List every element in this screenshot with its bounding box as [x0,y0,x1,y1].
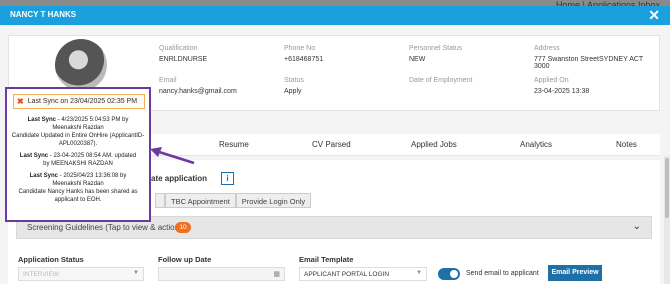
email-template-value: APPLICANT PORTAL LOGIN [304,271,390,278]
qualification-value: ENRLDNURSE [159,56,208,63]
address-field: Address 777 Swanston StreetSYDNEY ACT 30… [534,45,659,70]
personnel-status-label: Personnel Status [409,45,463,52]
sync-entry-time: - 4/23/2025 5:04:53 PM by [55,117,129,123]
avatar [55,39,107,91]
sync-entry: Last Sync - 4/23/2025 5:04:53 PM by Meen… [11,116,145,148]
scrollbar-thumb[interactable] [665,158,669,218]
sync-entry-title: Last Sync [19,153,49,159]
tab-notes[interactable]: Notes [616,140,637,149]
screening-guidelines-label: Screening Guidelines (Tap to view & acti… [27,223,182,232]
email-template-select[interactable]: APPLICANT PORTAL LOGIN ▼ [299,267,427,281]
tab-analytics[interactable]: Analytics [520,140,552,149]
annotation-arrow-icon [150,147,195,165]
sync-entry-title: Last Sync [29,173,58,179]
screening-count-badge: 10 [175,222,191,233]
email-value: nancy.hanks@gmail.com [159,88,237,95]
phone-value: +618468751 [284,56,324,63]
calendar-icon[interactable]: ▦ [273,270,280,278]
applied-on-value: 23-04-2025 13:38 [534,88,590,95]
modal-titlebar: NANCY T HANKS ✕ [0,6,670,25]
sync-entry-time: - 2025/04/23 13:36:08 by [57,173,127,179]
scrollbar[interactable] [664,156,670,284]
sync-entry-detail: Candidate Updated in Entire OnHire (Appl… [11,133,145,147]
sync-entry: Last Sync - 2025/04/23 13:36:08 by Meena… [11,172,145,204]
action-button-group: TBC Appointment Provide Login Only [155,193,312,208]
email-label: Email [159,77,177,84]
send-email-toggle[interactable] [438,268,460,280]
sync-entry-user: Meenakshi Razdan [52,181,104,187]
application-status-value: INTERVIEW [23,271,59,278]
personnel-status-field: Personnel Status NEW [409,45,462,63]
qualification-label: Qualification [159,45,198,52]
personnel-status-value: NEW [409,56,426,63]
chevron-down-icon[interactable]: ⌄ [633,221,641,232]
email-template-label: Email Template [299,255,354,264]
email-field: Email nancy.hanks@gmail.com [159,77,237,95]
last-sync-button[interactable]: ✖ Last Sync on 23/04/2025 02:35 PM [13,94,145,109]
phone-label: Phone No [284,45,316,52]
tab-applied-jobs[interactable]: Applied Jobs [411,140,457,149]
sync-icon: ✖ [17,97,24,106]
last-sync-label: Last Sync on 23/04/2025 02:35 PM [27,98,138,105]
application-status-label: Application Status [18,255,84,264]
sync-entry-detail: Candidate Nancy Hanks has been shared as… [18,189,138,203]
applied-on-field: Applied On 23-04-2025 13:38 [534,77,589,95]
phone-field: Phone No +618468751 [284,45,323,63]
address-value: 777 Swanston StreetSYDNEY ACT 3000 [534,56,644,70]
follow-up-date-input[interactable]: ▦ [158,267,285,281]
sync-entry: Last Sync - 23-04-2025 08:54 AM. updated… [11,152,145,168]
send-email-label: Send email to applicant [466,270,539,277]
sync-entry-user: Meenakshi Razdan [52,125,104,131]
dropdown-arrow-icon: ▼ [133,270,139,276]
tab-resume[interactable]: Resume [219,140,249,149]
address-label: Address [534,45,560,52]
dropdown-arrow-icon: ▼ [416,270,422,276]
applied-on-label: Applied On [534,77,569,84]
modal-title: NANCY T HANKS [10,10,77,19]
status-field: Status Apply [284,77,304,95]
sync-history-list: Last Sync - 4/23/2025 5:04:53 PM by Meen… [11,116,145,208]
email-preview-button[interactable]: Email Preview [548,265,602,281]
qualification-field: Qualification ENRLDNURSE [159,45,207,63]
employment-date-label: Date of Employment [409,77,473,84]
section-title: ate application [151,174,208,183]
action-button-partial[interactable] [155,193,165,208]
provide-login-only-button[interactable]: Provide Login Only [235,193,312,208]
info-icon[interactable]: i [221,172,234,185]
sync-entry-user: by MEENAKSHI RAZDAN [43,161,113,167]
close-icon[interactable]: ✕ [648,7,660,24]
follow-up-date-label: Follow up Date [158,255,212,264]
status-label: Status [284,77,304,84]
employment-date-field: Date of Employment [409,77,472,88]
sync-entry-title: Last Sync [27,117,56,123]
tbc-appointment-button[interactable]: TBC Appointment [165,193,236,208]
tab-cv-parsed[interactable]: CV Parsed [312,140,351,149]
application-status-select[interactable]: INTERVIEW ▼ [18,267,144,281]
sync-entry-time: - 23-04-2025 08:54 AM. updated [48,153,137,159]
last-sync-popover: ✖ Last Sync on 23/04/2025 02:35 PM Last … [5,87,151,222]
status-value: Apply [284,88,302,95]
